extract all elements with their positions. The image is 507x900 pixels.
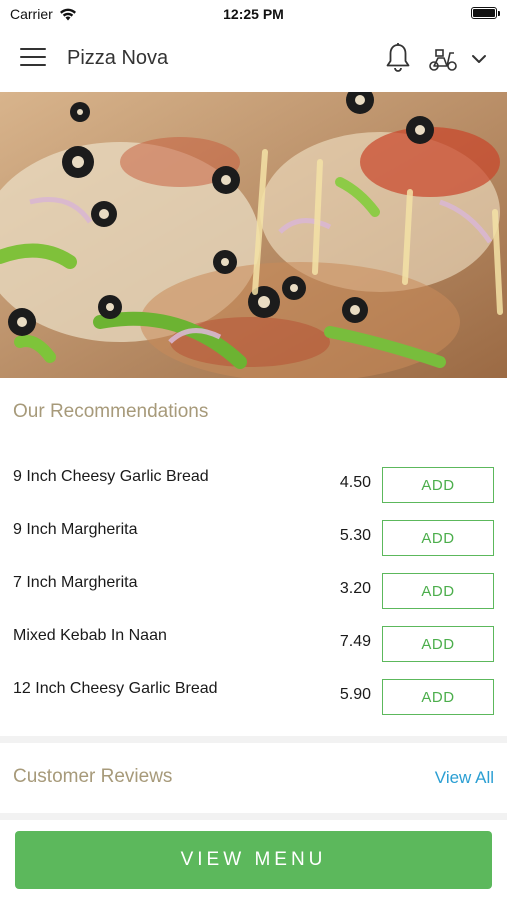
item-name: 12 Inch Cheesy Garlic Bread	[13, 680, 218, 697]
item-name: 9 Inch Cheesy Garlic Bread	[13, 468, 209, 485]
restaurant-title: Pizza Nova	[67, 47, 169, 69]
add-button[interactable]: ADD	[382, 679, 494, 715]
bell-icon[interactable]	[384, 42, 412, 74]
add-button[interactable]: ADD	[382, 573, 494, 609]
hero-pizza-image	[0, 92, 507, 378]
item-name: 7 Inch Margherita	[13, 574, 138, 591]
clock: 12:25 PM	[223, 6, 284, 22]
list-item: 9 Inch Margherita 5.30 ADD	[0, 508, 507, 561]
add-button[interactable]: ADD	[382, 520, 494, 556]
chevron-down-icon[interactable]	[468, 48, 490, 70]
item-price: 7.49	[339, 633, 371, 650]
list-item: 9 Inch Cheesy Garlic Bread 4.50 ADD	[0, 455, 507, 508]
recommendations-list: 9 Inch Cheesy Garlic Bread 4.50 ADD 9 In…	[0, 455, 507, 720]
menu-icon[interactable]	[20, 48, 46, 70]
item-price: 5.90	[339, 686, 371, 703]
add-button[interactable]: ADD	[382, 467, 494, 503]
customer-reviews-heading: Customer Reviews	[13, 766, 173, 787]
section-divider	[0, 736, 507, 743]
item-price: 5.30	[339, 527, 371, 544]
view-all-link[interactable]: View All	[435, 768, 494, 788]
section-divider	[0, 813, 507, 820]
list-item: Mixed Kebab In Naan 7.49 ADD	[0, 614, 507, 667]
add-button[interactable]: ADD	[382, 626, 494, 662]
item-name: Mixed Kebab In Naan	[13, 627, 167, 644]
app-header: Pizza Nova	[0, 28, 507, 92]
item-price: 3.20	[339, 580, 371, 597]
battery-icon	[471, 7, 500, 19]
list-item: 12 Inch Cheesy Garlic Bread 5.90 ADD	[0, 667, 507, 720]
item-name: 9 Inch Margherita	[13, 521, 138, 538]
status-bar: Carrier 12:25 PM	[0, 0, 507, 28]
view-menu-button[interactable]: VIEW MENU	[15, 831, 492, 889]
list-item: 7 Inch Margherita 3.20 ADD	[0, 561, 507, 614]
delivery-scooter-icon[interactable]	[427, 44, 459, 74]
recommendations-heading: Our Recommendations	[13, 401, 209, 422]
item-price: 4.50	[339, 474, 371, 491]
